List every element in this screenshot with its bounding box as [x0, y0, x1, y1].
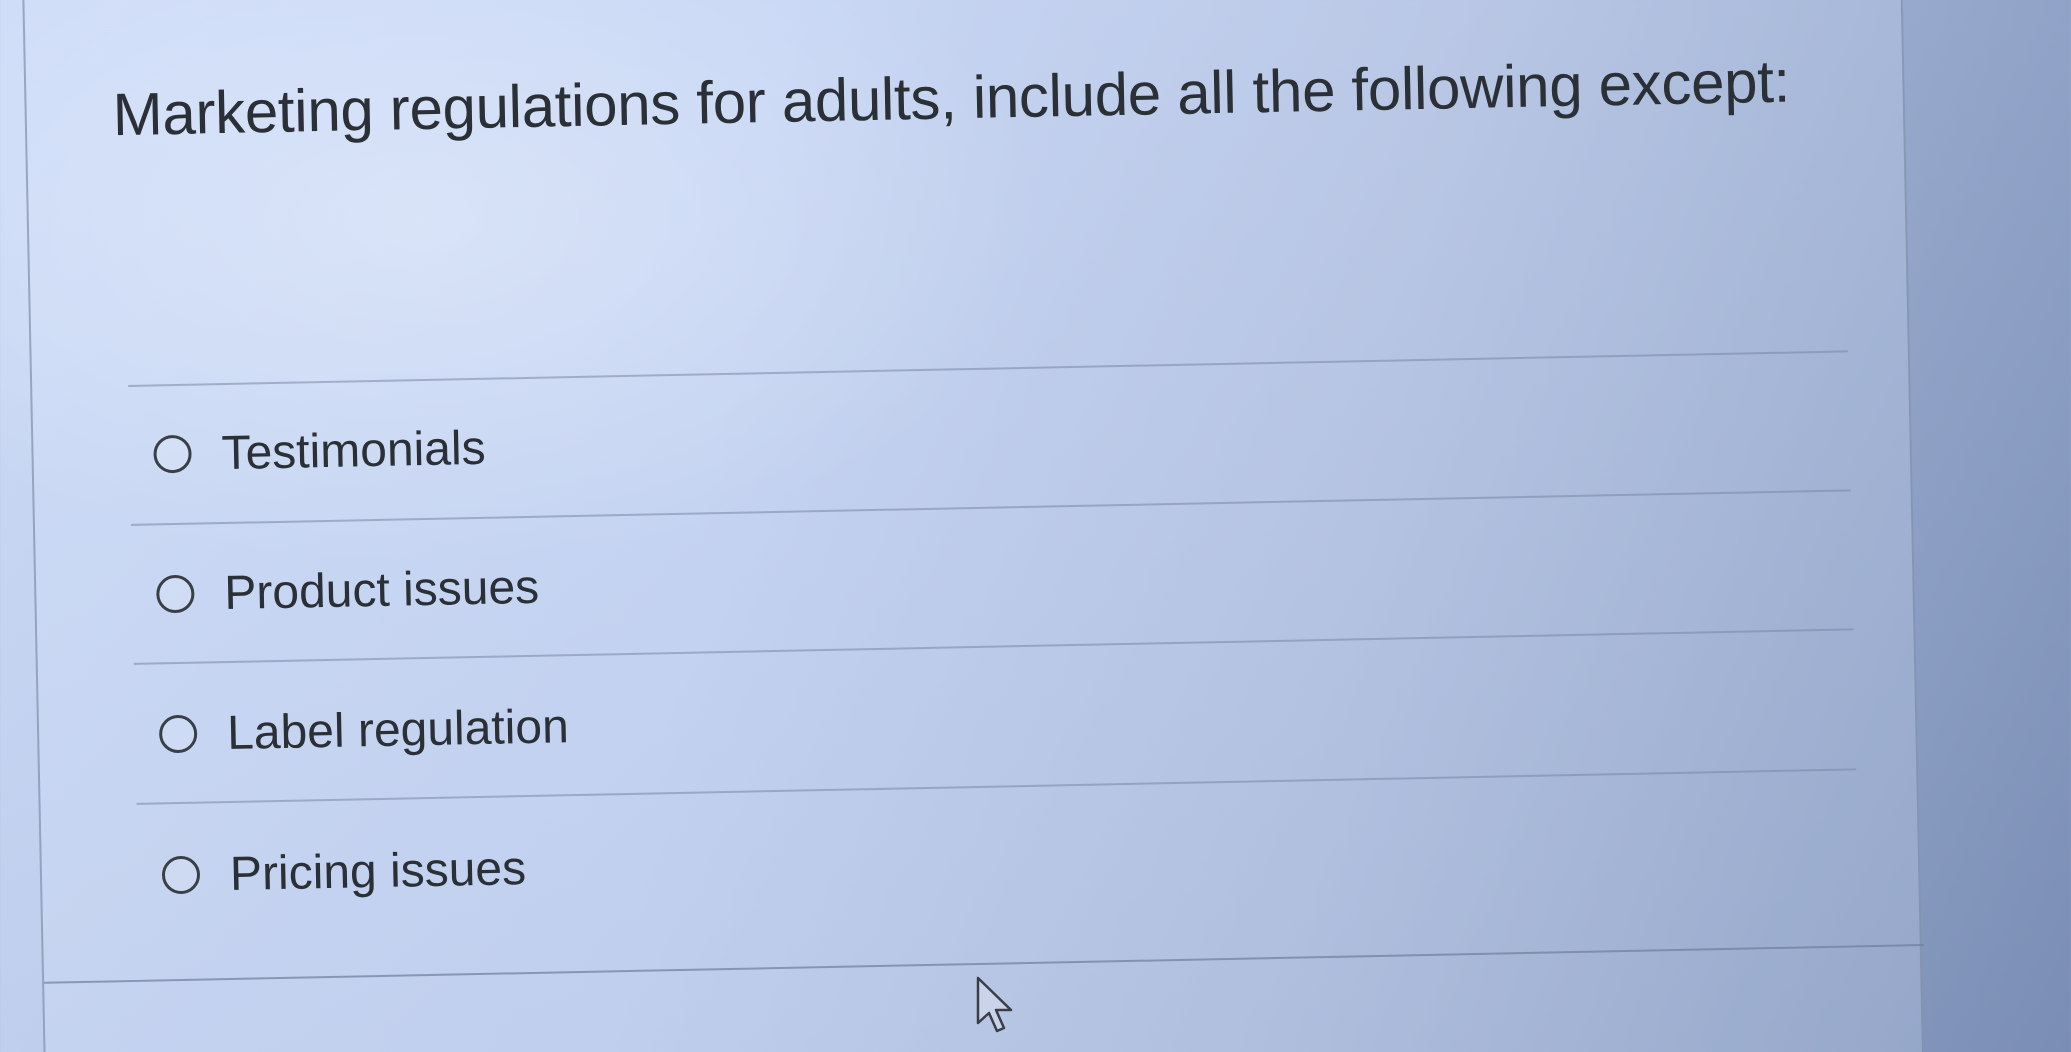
answer-option-product-issues[interactable]: Product issues [155, 557, 540, 625]
mouse-pointer-icon [976, 976, 1013, 1033]
answer-option-pricing-issues[interactable]: Pricing issues [161, 838, 527, 905]
answer-option-label-regulation[interactable]: Label regulation [158, 696, 570, 764]
divider [130, 489, 1851, 526]
divider [136, 768, 1857, 805]
radio-button[interactable] [158, 714, 198, 754]
radio-button[interactable] [153, 434, 192, 474]
question-text: Marketing regulations for adults, includ… [112, 47, 1791, 149]
radio-button[interactable] [155, 574, 195, 614]
radio-button[interactable] [161, 855, 201, 895]
divider [128, 350, 1848, 387]
divider [133, 628, 1854, 665]
option-label[interactable]: Label regulation [227, 699, 570, 761]
option-label[interactable]: Pricing issues [229, 841, 526, 902]
option-label[interactable]: Testimonials [221, 420, 486, 480]
question-panel: Marketing regulations for adults, includ… [22, 0, 1925, 1052]
option-label[interactable]: Product issues [224, 559, 540, 620]
answer-option-testimonials[interactable]: Testimonials [153, 418, 486, 485]
